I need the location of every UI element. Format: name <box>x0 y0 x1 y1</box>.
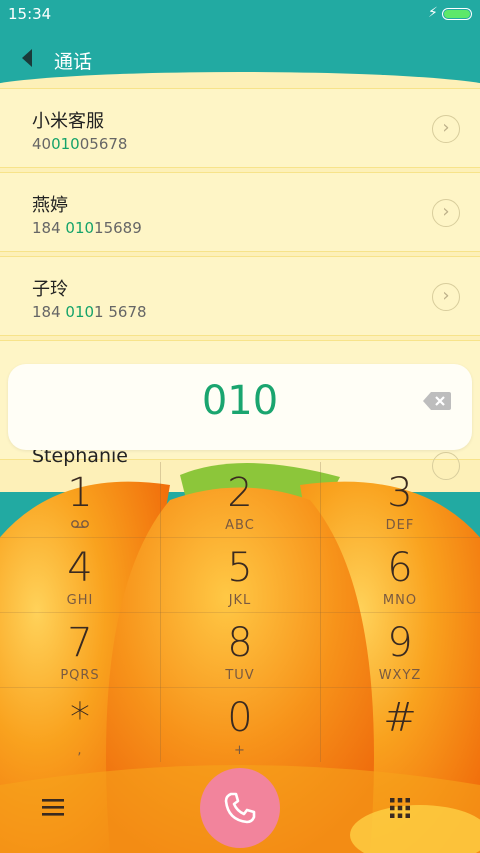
key-7[interactable]: 7 PQRS <box>0 612 160 687</box>
menu-icon[interactable] <box>40 796 66 818</box>
battery-icon <box>442 8 472 20</box>
key-4[interactable]: 4 GHI <box>0 537 160 612</box>
key-5[interactable]: 5 JKL <box>160 537 320 612</box>
contact-number: 184 01015689 <box>32 219 142 237</box>
dialpad-icon[interactable] <box>388 796 412 820</box>
status-bar: 15:34 ⚡ <box>0 0 480 28</box>
contact-row[interactable]: 燕婷 184 01015689 › <box>0 172 480 252</box>
dialed-number: 010 <box>201 378 279 424</box>
key-9[interactable]: 9 WXYZ <box>320 612 480 687</box>
key-6[interactable]: 6 MNO <box>320 537 480 612</box>
detail-chevron-icon[interactable]: › <box>432 115 460 143</box>
page-title: 通话 <box>54 51 93 73</box>
call-button[interactable] <box>200 768 280 848</box>
key-3[interactable]: 3 DEF <box>320 462 480 537</box>
match-highlight: 010 <box>51 135 80 153</box>
key-8[interactable]: 8 TUV <box>160 612 320 687</box>
key-0[interactable]: 0 + <box>160 687 320 762</box>
voicemail-icon <box>0 518 160 533</box>
match-highlight: 010 <box>65 303 95 321</box>
key-hash[interactable]: # <box>320 687 480 762</box>
key-2[interactable]: 2 ABC <box>160 462 320 537</box>
contact-row[interactable]: 小米客服 4001005678 › <box>0 88 480 168</box>
contact-number: 4001005678 <box>32 135 128 153</box>
detail-chevron-icon[interactable]: › <box>432 199 460 227</box>
contact-name: 燕婷 <box>32 195 68 216</box>
contact-number: 184 0101 5678 <box>32 303 147 321</box>
status-time: 15:34 <box>8 5 52 23</box>
detail-chevron-icon[interactable]: › <box>432 283 460 311</box>
phone-icon <box>224 792 256 824</box>
backspace-icon[interactable] <box>422 390 452 412</box>
contact-row[interactable]: 子玲 184 0101 5678 › <box>0 256 480 336</box>
contact-name: 小米客服 <box>32 111 104 132</box>
key-1[interactable]: 1 <box>0 462 160 537</box>
dial-input-display: 010 <box>8 364 472 450</box>
back-arrow-icon[interactable] <box>18 47 38 69</box>
bolt-icon: ⚡ <box>428 5 438 21</box>
key-star[interactable]: *, <box>0 687 160 762</box>
match-highlight: 010 <box>65 219 95 237</box>
dial-keypad: 1 2 ABC 3 DEF 4 GHI 5 JKL 6 MNO 7 PQRS 8 TUV 9W… <box>0 462 480 762</box>
contact-name: 子玲 <box>32 279 68 300</box>
